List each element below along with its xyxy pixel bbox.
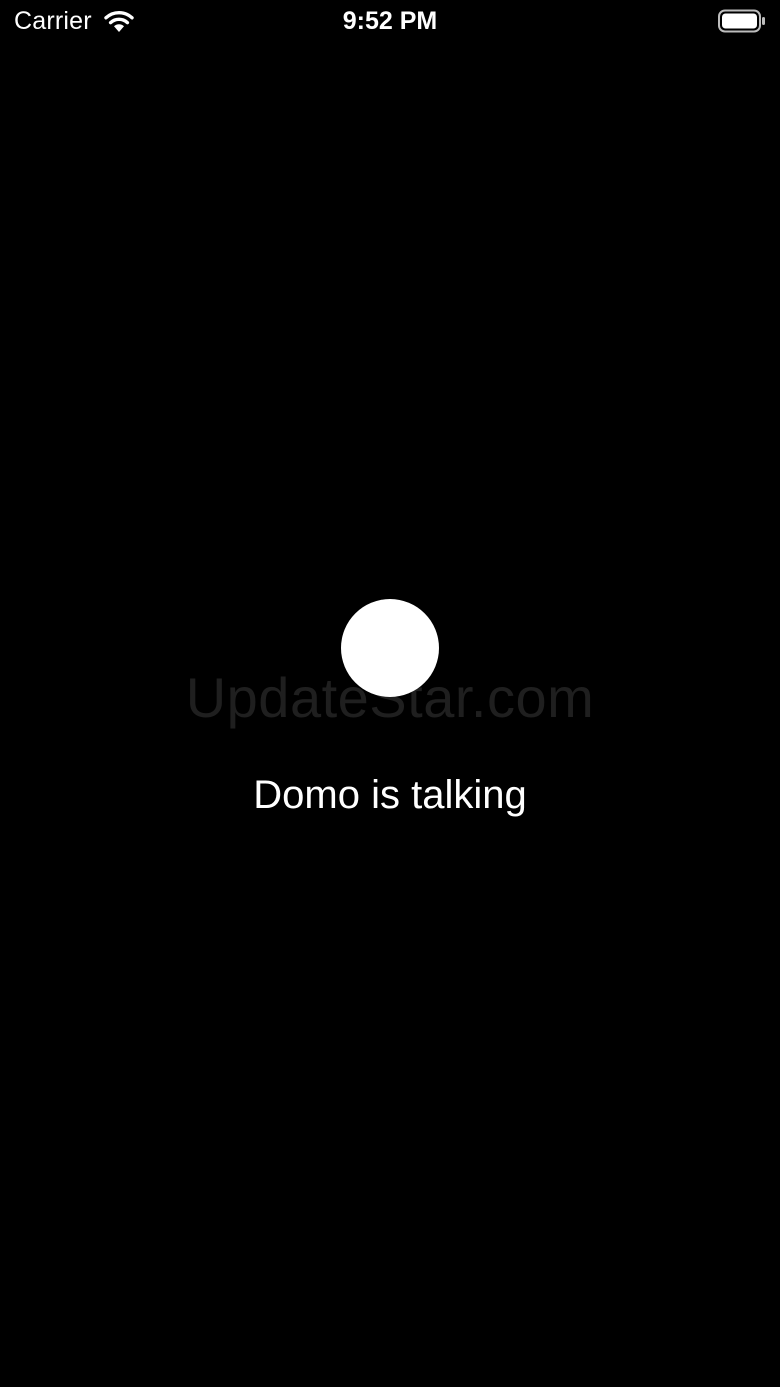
- talking-status-label: Domo is talking: [253, 773, 527, 817]
- talking-indicator-circle: [341, 599, 439, 697]
- status-time: 9:52 PM: [342, 7, 438, 35]
- battery-full-icon: [718, 9, 766, 33]
- status-bar: Carrier 9:52 PM: [0, 0, 780, 44]
